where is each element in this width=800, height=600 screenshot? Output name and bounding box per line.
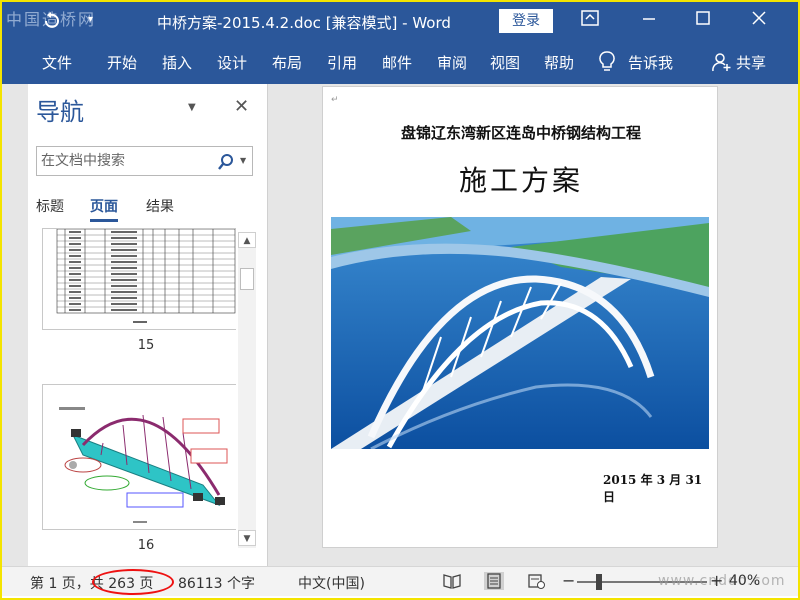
- word-count-status[interactable]: 86113 个字: [178, 573, 255, 593]
- close-window-icon[interactable]: [748, 10, 770, 32]
- highlight-ellipse: [92, 569, 174, 595]
- lightbulb-icon[interactable]: [598, 50, 616, 74]
- maximize-icon[interactable]: [692, 10, 714, 32]
- paragraph-mark-icon: ↵: [331, 95, 339, 105]
- page-thumbnail-15[interactable]: [42, 228, 236, 330]
- scroll-up-icon[interactable]: ▲: [238, 232, 256, 248]
- zoom-in-icon[interactable]: +: [710, 571, 723, 590]
- bridge-rendering-image: [331, 217, 709, 449]
- thumbnail-scrollbar[interactable]: ▲ ▼: [238, 232, 256, 548]
- zoom-out-icon[interactable]: −: [562, 571, 575, 590]
- search-options-icon[interactable]: ▼: [240, 156, 246, 165]
- document-page[interactable]: ↵ 盘锦辽东湾新区连岛中桥钢结构工程 施工方案 2015 年 3 月 31 日: [322, 86, 718, 548]
- search-input[interactable]: [41, 151, 201, 171]
- navigation-title: 导航: [36, 98, 84, 126]
- search-box[interactable]: ▼: [36, 146, 253, 176]
- tab-layout[interactable]: 布局: [272, 52, 302, 73]
- window-title: 中桥方案-2015.4.2.doc [兼容模式] - Word: [157, 14, 451, 32]
- pane-options-icon[interactable]: ▼: [188, 102, 196, 113]
- share-person-icon[interactable]: [712, 52, 732, 72]
- document-heading: 施工方案: [458, 164, 583, 197]
- title-bar: 中国造桥网 ▾ 中桥方案-2015.4.2.doc [兼容模式] - Word …: [2, 2, 798, 40]
- read-mode-icon[interactable]: [442, 572, 462, 590]
- status-bar: 第 1 页，共 263 页 86113 个字 中文(中国) − www.cndd…: [2, 566, 798, 596]
- scroll-down-icon[interactable]: ▼: [238, 530, 256, 546]
- zoom-level[interactable]: 40%: [729, 573, 760, 589]
- quick-access-caret-icon[interactable]: ▾: [88, 14, 93, 25]
- ribbon-display-icon[interactable]: [579, 10, 601, 32]
- page-number-15: 15: [137, 338, 155, 353]
- tab-results[interactable]: 结果: [146, 196, 174, 216]
- document-date: 2015 年 3 月 31 日: [603, 473, 703, 504]
- navigation-pane: 导航 ▼ ✕ ▼ 标题 页面 结果: [28, 84, 268, 566]
- web-layout-icon[interactable]: [526, 572, 546, 590]
- tab-design[interactable]: 设计: [217, 52, 247, 73]
- tab-headings[interactable]: 标题: [36, 196, 64, 216]
- tab-mailings[interactable]: 邮件: [382, 52, 412, 73]
- tab-file[interactable]: 文件: [42, 52, 72, 73]
- print-layout-icon[interactable]: [484, 572, 504, 590]
- tab-references[interactable]: 引用: [327, 52, 357, 73]
- page-thumbnail-16[interactable]: [42, 384, 236, 530]
- search-icon[interactable]: [217, 153, 235, 171]
- document-title: 盘锦辽东湾新区连岛中桥钢结构工程: [400, 124, 641, 142]
- undo-icon[interactable]: [42, 11, 60, 29]
- tab-help[interactable]: 帮助: [544, 52, 574, 73]
- scroll-thumb[interactable]: [240, 268, 254, 290]
- close-pane-icon[interactable]: ✕: [234, 96, 249, 117]
- language-status[interactable]: 中文(中国): [298, 573, 365, 593]
- tab-home[interactable]: 开始: [107, 52, 137, 73]
- minimize-icon[interactable]: [638, 10, 660, 32]
- login-button[interactable]: 登录: [499, 9, 553, 33]
- tab-review[interactable]: 审阅: [437, 52, 467, 73]
- share-button[interactable]: 共享: [736, 52, 766, 73]
- page-thumbnail-list: 15 16: [28, 228, 236, 566]
- ribbon-tab-bar: 文件 开始 插入 设计 布局 引用 邮件 审阅 视图 帮助 告诉我 共享: [2, 40, 798, 84]
- tell-me-search[interactable]: 告诉我: [628, 52, 673, 73]
- page-number-16: 16: [137, 538, 155, 553]
- tab-view[interactable]: 视图: [490, 52, 520, 73]
- tab-pages[interactable]: 页面: [90, 196, 118, 222]
- zoom-slider-thumb[interactable]: [596, 574, 602, 590]
- tab-insert[interactable]: 插入: [162, 52, 192, 73]
